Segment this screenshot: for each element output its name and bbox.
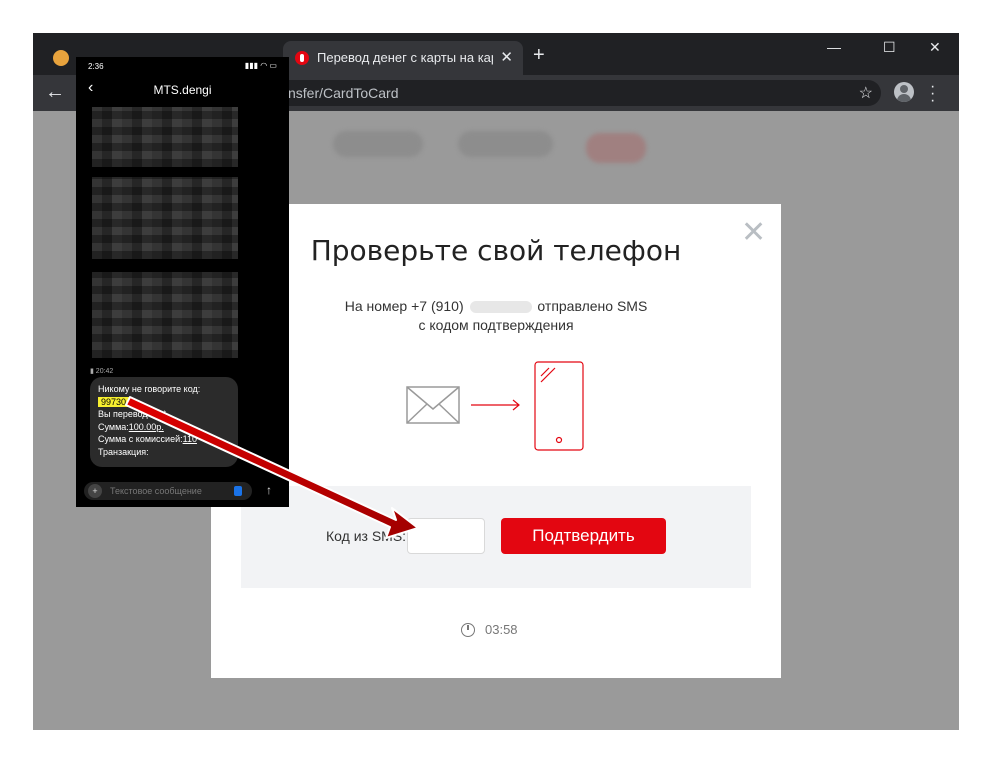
red-arrow-shape <box>125 396 419 539</box>
annotation-arrow <box>125 396 419 539</box>
